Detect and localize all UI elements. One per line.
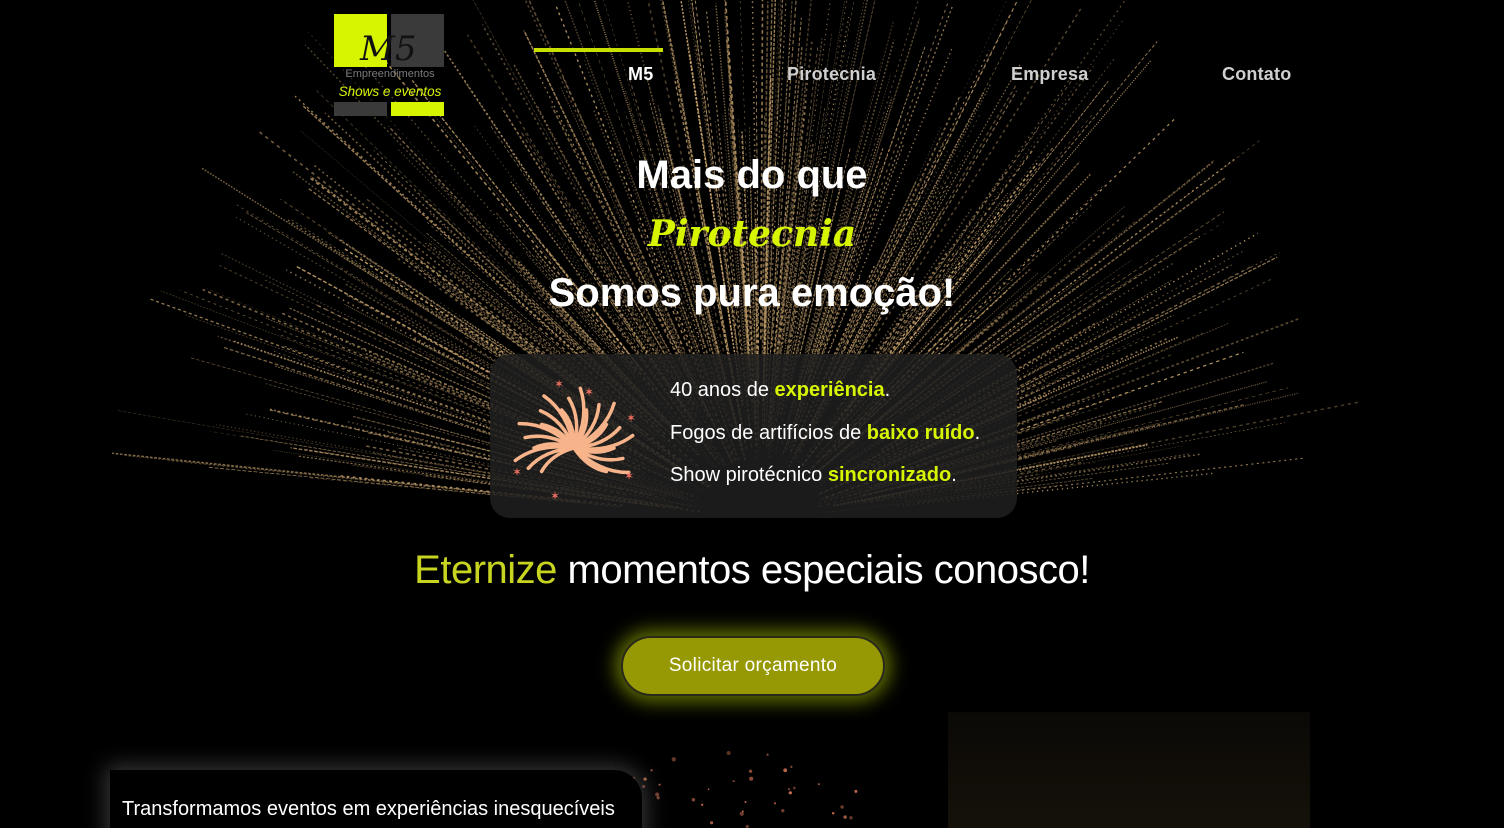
svg-text:✶: ✶: [624, 469, 634, 483]
feature-item: Show pirotécnico sincronizado.: [670, 464, 957, 487]
svg-text:✶: ✶: [584, 385, 594, 399]
svg-text:✶: ✶: [512, 465, 522, 479]
feature-item: Fogos de artifícios de baixo ruído.: [670, 422, 980, 445]
page: M5 Empreendimentos Shows e eventos M5 Pi…: [0, 0, 1504, 828]
features-card: ✶ ✶ ✶ ✶ ✶ ✶ 40 anos de experiência. Fogos de …: [490, 354, 1017, 518]
nav-active-indicator: [534, 48, 663, 52]
firework-icon: ✶ ✶ ✶ ✶ ✶ ✶: [512, 377, 636, 500]
hero-line-3: Somos pura emoção!: [548, 271, 956, 315]
about-card: Transformamos eventos em experiências in…: [110, 770, 642, 828]
hero-heading: Mais do que Pirotecnia Somos pura emoção…: [0, 146, 1504, 322]
logo-bar: [391, 102, 444, 116]
nav-item-contato[interactable]: Contato: [1222, 64, 1291, 85]
hero-accent: Pirotecnia: [647, 213, 857, 255]
feature-highlight: sincronizado: [827, 464, 952, 486]
tagline-text: momentos especiais conosco!: [556, 548, 1091, 592]
tagline-highlight: Eternize: [414, 548, 557, 592]
logo-tagline: Shows e eventos: [338, 84, 442, 99]
feature-suffix: .: [974, 422, 981, 444]
event-photo: [948, 712, 1310, 828]
svg-text:✶: ✶: [550, 489, 560, 500]
hero-line-1: Mais do que: [636, 153, 868, 197]
feature-text: Fogos de artifícios de: [670, 422, 867, 444]
about-text: Transformamos eventos em experiências in…: [122, 798, 615, 820]
logo-mark: M5: [360, 29, 417, 69]
svg-text:✶: ✶: [626, 411, 636, 425]
feature-highlight: baixo ruído: [866, 422, 975, 444]
m5-logo[interactable]: M5 Empreendimentos Shows e eventos: [334, 14, 446, 118]
nav-item-empresa[interactable]: Empresa: [1011, 64, 1088, 85]
feature-highlight: experiência: [774, 379, 885, 401]
feature-text: Show pirotécnico: [670, 464, 828, 486]
logo-company-name: Empreendimentos: [345, 68, 435, 80]
nav-item-pirotecnia[interactable]: Pirotecnia: [787, 64, 876, 85]
svg-text:✶: ✶: [554, 377, 564, 391]
feature-text: 40 anos de: [670, 379, 775, 401]
main-nav: M5 Pirotecnia Empresa Contato: [534, 48, 1334, 98]
tagline: Eternize momentos especiais conosco!: [0, 548, 1504, 593]
feature-suffix: .: [951, 464, 957, 486]
feature-item: 40 anos de experiência.: [670, 379, 890, 402]
feature-suffix: .: [884, 379, 891, 401]
logo-bar: [334, 102, 387, 116]
request-quote-button[interactable]: Solicitar orçamento: [621, 636, 885, 696]
nav-item-m5[interactable]: M5: [628, 64, 653, 85]
